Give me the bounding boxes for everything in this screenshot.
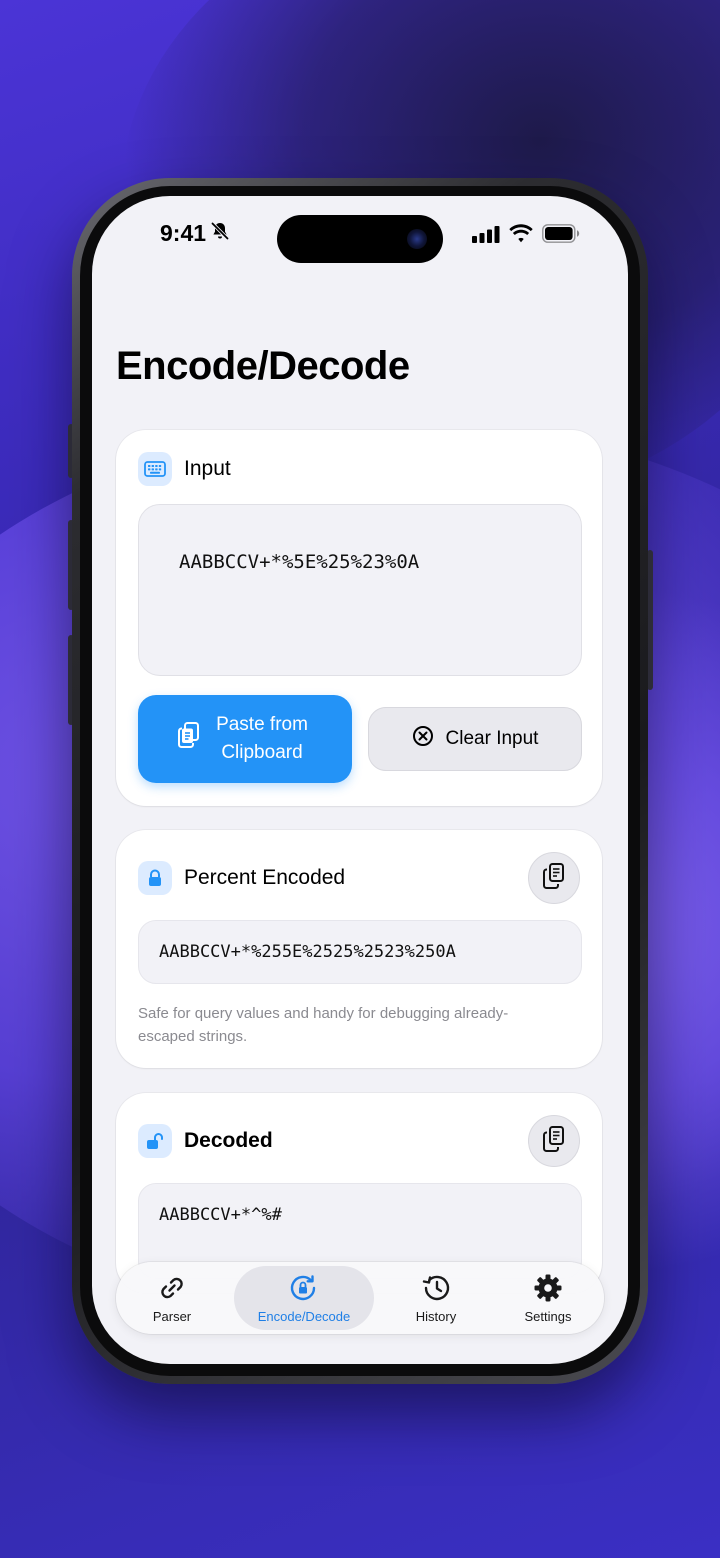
paste-button-label: Paste from Clipboard	[212, 711, 312, 767]
input-card-title: Input	[184, 457, 231, 480]
phone-screen: 9:41 Encode/Decode Input AABBCCV+*%5E%25…	[92, 196, 628, 1364]
status-time: 9:41	[160, 220, 230, 247]
percent-encoded-card: Percent Encoded AABBCCV+*%255E%2525%2523…	[116, 830, 602, 1068]
link-icon	[157, 1273, 187, 1306]
tab-encode-decode[interactable]: Encode/Decode	[234, 1266, 374, 1330]
decoded-card-header: Decoded	[138, 1124, 273, 1158]
xmark-circle-icon	[412, 725, 434, 753]
lock-rotation-icon	[288, 1273, 320, 1306]
tab-bar: Parser Encode/Decode History Settings	[116, 1262, 604, 1334]
paste-button-label-line1: Paste from	[216, 714, 308, 735]
status-indicators	[472, 224, 580, 248]
copy-decoded-button[interactable]	[528, 1115, 580, 1167]
lock-open-icon	[138, 1124, 172, 1158]
battery-icon	[542, 224, 580, 248]
cellular-signal-icon	[472, 225, 500, 248]
url-input-value: AABBCCV+*%5E%25%23%0A	[179, 551, 420, 573]
tab-parser-label: Parser	[152, 1308, 192, 1324]
tab-history[interactable]: History	[388, 1266, 484, 1330]
keyboard-icon	[138, 452, 172, 486]
tab-encode-decode-label: Encode/Decode	[257, 1308, 351, 1324]
clear-input-button[interactable]: Clear Input	[368, 707, 582, 771]
decoded-value: AABBCCV+*^%#	[159, 1205, 282, 1225]
page-title: Encode/Decode	[116, 344, 410, 388]
paste-from-clipboard-button[interactable]: Paste from Clipboard	[138, 695, 352, 783]
wifi-icon	[508, 224, 534, 248]
tab-history-label: History	[415, 1308, 457, 1324]
tab-settings-label: Settings	[524, 1308, 572, 1324]
encoded-card-title: Percent Encoded	[184, 866, 346, 889]
decoded-card-title: Decoded	[184, 1129, 273, 1152]
encoded-value-field: AABBCCV+*%255E%2525%2523%250A	[138, 920, 582, 984]
encoded-card-header: Percent Encoded	[138, 861, 345, 895]
copy-encoded-button[interactable]	[528, 852, 580, 904]
lock-icon	[138, 861, 172, 895]
input-card-header: Input	[138, 452, 231, 486]
camera-icon	[407, 229, 427, 249]
status-time-text: 9:41	[160, 220, 207, 246]
copy-icon	[543, 862, 565, 894]
encoded-value: AABBCCV+*%255E%2525%2523%250A	[159, 942, 456, 962]
tab-settings[interactable]: Settings	[500, 1266, 596, 1330]
bell-slash-icon	[210, 220, 230, 247]
gear-icon	[533, 1273, 563, 1306]
paste-button-label-line2: Clipboard	[221, 742, 303, 763]
tab-parser[interactable]: Parser	[126, 1266, 218, 1330]
copy-icon	[543, 1125, 565, 1157]
history-icon	[420, 1273, 452, 1306]
dynamic-island	[277, 215, 443, 263]
clear-button-label: Clear Input	[445, 728, 539, 749]
clipboard-icon	[178, 721, 200, 757]
url-input-field[interactable]: AABBCCV+*%5E%25%23%0A	[138, 504, 582, 676]
input-card: Input AABBCCV+*%5E%25%23%0A Paste from C…	[116, 430, 602, 806]
encoded-hint-text: Safe for query values and handy for debu…	[138, 1005, 509, 1045]
